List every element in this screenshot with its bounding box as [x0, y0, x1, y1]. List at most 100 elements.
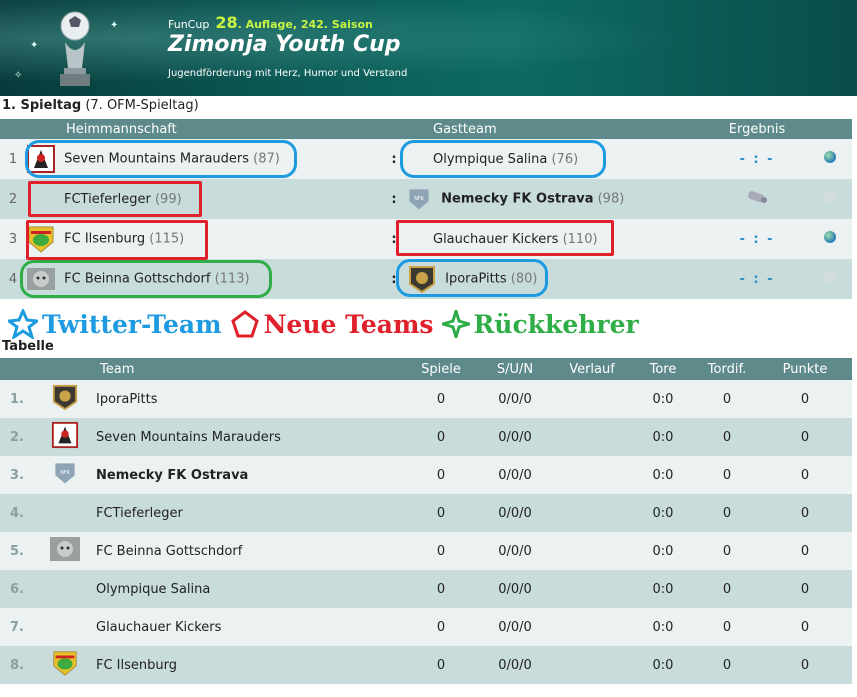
- match-row[interactable]: 3 FC Ilsenburg (115) : Glauchauer Kicker…: [0, 219, 852, 259]
- team-name[interactable]: FC Beinna Gottschdorf: [96, 532, 406, 570]
- sun: 0/0/0: [476, 570, 554, 608]
- four-point-star-icon: [441, 310, 470, 338]
- banner-glow: [0, 0, 857, 96]
- points: 0: [758, 494, 852, 532]
- header-crest: [34, 358, 96, 380]
- cat-crest-icon: [50, 537, 80, 561]
- diff: 0: [696, 608, 758, 646]
- globe-icon[interactable]: [823, 231, 836, 243]
- home-team-cell[interactable]: Seven Mountains Marauders (87): [26, 139, 381, 179]
- goals: 0:0: [630, 608, 696, 646]
- ilsenburg-crest-icon: [53, 651, 77, 676]
- match-row[interactable]: 1 Seven Mountains Marauders (87) : Olymp…: [0, 139, 852, 179]
- away-team-name[interactable]: Glauchauer Kickers: [433, 232, 558, 247]
- rank: 5.: [0, 532, 34, 570]
- header-goals[interactable]: Tore: [630, 358, 696, 380]
- home-team-name[interactable]: FCTieferleger: [64, 192, 151, 207]
- away-team-rating: (76): [551, 151, 579, 167]
- home-team-cell[interactable]: FCTieferleger (99): [26, 179, 381, 219]
- edition-number: 28: [215, 13, 238, 32]
- team-name[interactable]: Seven Mountains Marauders: [96, 418, 406, 456]
- home-team-cell[interactable]: FC Ilsenburg (115): [26, 219, 381, 259]
- match-number: 3: [0, 219, 26, 259]
- header-team[interactable]: Team: [96, 358, 406, 380]
- team-name[interactable]: Nemecky FK Ostrava: [96, 456, 406, 494]
- points: 0: [758, 456, 852, 494]
- away-team-rating: (110): [562, 231, 598, 247]
- globe-icon[interactable]: [823, 151, 836, 163]
- away-team-cell[interactable]: Olympique Salina (76): [407, 139, 707, 179]
- header-rank: [0, 358, 34, 380]
- match-result[interactable]: - : -: [707, 259, 807, 299]
- table-row[interactable]: 5. FC Beinna Gottschdorf 0 0/0/0 0:0 0 0: [0, 532, 852, 570]
- away-team-name[interactable]: IporaPitts: [445, 272, 506, 287]
- match-info-cell[interactable]: [807, 259, 852, 299]
- match-info-cell[interactable]: [807, 139, 852, 179]
- goals: 0:0: [630, 494, 696, 532]
- match-info-cell[interactable]: [807, 219, 852, 259]
- table-row[interactable]: 3. NFK Nemecky FK Ostrava 0 0/0/0 0:0 0 …: [0, 456, 852, 494]
- sun: 0/0/0: [476, 456, 554, 494]
- match-result[interactable]: - : -: [707, 139, 807, 179]
- match-result[interactable]: - : -: [707, 219, 807, 259]
- team-name[interactable]: Glauchauer Kickers: [96, 608, 406, 646]
- header-diff[interactable]: Tordif.: [696, 358, 758, 380]
- funcup-edition: FunCup 28. Auflage, 242. Saison: [168, 13, 373, 32]
- games: 0: [406, 646, 476, 684]
- away-team-name[interactable]: Olympique Salina: [433, 152, 547, 167]
- table-row[interactable]: 4. FCTieferleger 0 0/0/0 0:0 0 0: [0, 494, 852, 532]
- match-result[interactable]: [707, 179, 807, 219]
- team-name[interactable]: FCTieferleger: [96, 494, 406, 532]
- match-row[interactable]: 2 FCTieferleger (99) : NFK Nemecky FK Os…: [0, 179, 852, 219]
- goals: 0:0: [630, 532, 696, 570]
- globe-icon[interactable]: [823, 271, 836, 283]
- team-name[interactable]: FC Ilsenburg: [96, 646, 406, 684]
- trend: [554, 380, 630, 418]
- away-team-cell[interactable]: Glauchauer Kickers (110): [407, 219, 707, 259]
- away-team-rating: (80): [510, 271, 538, 287]
- legend-new: Neue Teams: [230, 309, 434, 339]
- header-points[interactable]: Punkte: [758, 358, 852, 380]
- globe-icon[interactable]: [823, 191, 836, 203]
- match-row[interactable]: 4 FC Beinna Gottschdorf (113) : IporaPit…: [0, 259, 852, 299]
- team-name[interactable]: IporaPitts: [96, 380, 406, 418]
- home-team-name[interactable]: FC Ilsenburg: [64, 232, 145, 247]
- rank: 2.: [0, 418, 34, 456]
- games: 0: [406, 532, 476, 570]
- away-team-name[interactable]: Nemecky FK Ostrava: [441, 192, 593, 207]
- table-row[interactable]: 1. IporaPitts 0 0/0/0 0:0 0 0: [0, 380, 852, 418]
- home-team-cell[interactable]: FC Beinna Gottschdorf (113): [26, 259, 381, 299]
- table-row[interactable]: 8. FC Ilsenburg 0 0/0/0 0:0 0 0: [0, 646, 852, 684]
- crest-cell: [34, 608, 96, 646]
- sun: 0/0/0: [476, 380, 554, 418]
- legend-new-label: Neue Teams: [263, 309, 434, 339]
- diff: 0: [696, 532, 758, 570]
- crest-cell: [34, 570, 96, 608]
- diff: 0: [696, 646, 758, 684]
- diff: 0: [696, 418, 758, 456]
- table-row[interactable]: 6. Olympique Salina 0 0/0/0 0:0 0 0: [0, 570, 852, 608]
- header-games[interactable]: Spiele: [406, 358, 476, 380]
- iporapitts-crest-icon: [409, 266, 435, 294]
- home-team-name[interactable]: Seven Mountains Marauders: [64, 152, 249, 167]
- table-row[interactable]: 2. Seven Mountains Marauders 0 0/0/0 0:0…: [0, 418, 852, 456]
- sun: 0/0/0: [476, 494, 554, 532]
- rank: 4.: [0, 494, 34, 532]
- team-name[interactable]: Olympique Salina: [96, 570, 406, 608]
- trend: [554, 456, 630, 494]
- legend-twitter-label: Twitter-Team: [42, 309, 222, 339]
- games: 0: [406, 418, 476, 456]
- header-trend[interactable]: Verlauf: [554, 358, 630, 380]
- away-team-cell[interactable]: NFK Nemecky FK Ostrava (98): [407, 179, 707, 219]
- matchday-sub: (7. OFM-Spieltag): [81, 98, 199, 113]
- header-sun[interactable]: S/U/N: [476, 358, 554, 380]
- crest-cell: NFK: [34, 456, 96, 494]
- whistle-icon[interactable]: [744, 188, 770, 206]
- away-team-cell[interactable]: IporaPitts (80): [407, 259, 707, 299]
- crest-cell: [34, 380, 96, 418]
- home-team-rating: (113): [214, 271, 250, 287]
- table-row[interactable]: 7. Glauchauer Kickers 0 0/0/0 0:0 0 0: [0, 608, 852, 646]
- points: 0: [758, 646, 852, 684]
- match-info-cell[interactable]: [807, 179, 852, 219]
- home-team-name[interactable]: FC Beinna Gottschdorf: [64, 272, 210, 287]
